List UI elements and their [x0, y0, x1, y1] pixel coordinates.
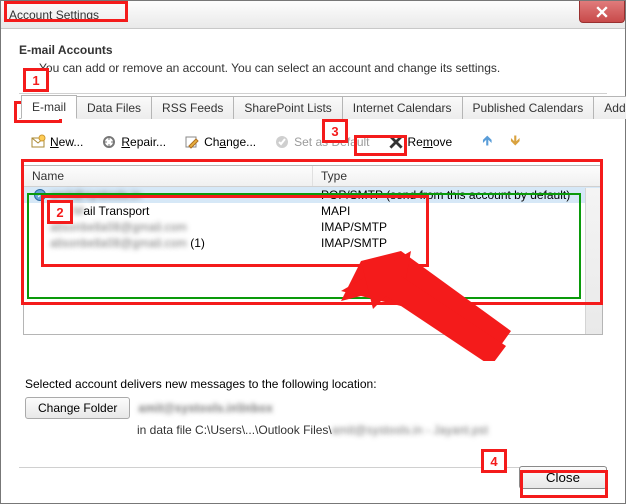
- move-down-button[interactable]: 🡻: [503, 127, 527, 157]
- new-icon: [30, 134, 46, 150]
- table-row[interactable]: Fax Mail Transport MAPI: [24, 203, 602, 219]
- account-type: MAPI: [313, 204, 602, 218]
- default-icon: [274, 134, 290, 150]
- window-close-button[interactable]: [579, 1, 625, 23]
- tab-data-files[interactable]: Data Files: [76, 96, 152, 119]
- col-name[interactable]: Name: [24, 166, 313, 186]
- window-title: Account Settings: [9, 8, 99, 22]
- accounts-table: Name Type amit@systools.in POP/SMTP (sen…: [23, 165, 603, 335]
- repair-button[interactable]: Repair...: [94, 131, 173, 153]
- account-name: amit@systools.in: [50, 188, 141, 202]
- tab-published-calendars[interactable]: Published Calendars: [462, 96, 595, 119]
- table-header: Name Type: [24, 166, 602, 187]
- delivery-location-text: Selected account delivers new messages t…: [25, 377, 601, 391]
- account-type: IMAP/SMTP: [313, 220, 602, 234]
- account-type: IMAP/SMTP: [313, 236, 602, 250]
- table-row[interactable]: alisonbella08@gmail.com (1) IMAP/SMTP: [24, 235, 602, 251]
- tab-internet-calendars[interactable]: Internet Calendars: [342, 96, 463, 119]
- table-row[interactable]: alisonbella08@gmail.com IMAP/SMTP: [24, 219, 602, 235]
- tab-email[interactable]: E-mail: [21, 95, 77, 119]
- title-bar: Account Settings: [1, 1, 625, 29]
- col-type[interactable]: Type: [313, 166, 602, 186]
- account-name: alisonbella08@gmail.com: [50, 220, 187, 234]
- remove-button[interactable]: Remove: [381, 131, 460, 153]
- tab-rss-feeds[interactable]: RSS Feeds: [151, 96, 234, 119]
- change-button[interactable]: Change...: [177, 131, 263, 153]
- remove-icon: [388, 134, 404, 150]
- section-heading: E-mail Accounts: [19, 43, 607, 57]
- account-name: alisonbella08@gmail.com (1): [50, 236, 205, 250]
- default-account-icon: [34, 189, 46, 201]
- toolbar: New... Repair... Change... Set as Defaul…: [19, 119, 607, 165]
- scrollbar[interactable]: [585, 188, 602, 334]
- account-name: Fax Mail Transport: [50, 204, 149, 218]
- set-default-button: Set as Default: [267, 131, 376, 153]
- change-icon: [184, 134, 200, 150]
- section-subtext: You can add or remove an account. You ca…: [39, 61, 607, 75]
- close-icon: [596, 6, 608, 18]
- tab-address-books[interactable]: Address Books: [593, 96, 626, 119]
- new-button[interactable]: New...: [23, 131, 90, 153]
- arrow-down-icon: 🡻: [510, 130, 520, 154]
- table-row[interactable]: amit@systools.in POP/SMTP (send from thi…: [24, 187, 602, 203]
- change-folder-button[interactable]: Change Folder: [25, 397, 130, 419]
- move-up-button[interactable]: 🡹: [475, 127, 499, 157]
- location-main: amit@systools.in\Inbox: [138, 401, 272, 415]
- account-type: POP/SMTP (send from this account by defa…: [313, 188, 602, 202]
- close-button[interactable]: Close: [519, 466, 607, 489]
- tab-sharepoint-lists[interactable]: SharePoint Lists: [233, 96, 342, 119]
- location-sub: in data file C:\Users\...\Outlook Files\…: [137, 423, 601, 437]
- repair-icon: [101, 134, 117, 150]
- arrow-up-icon: 🡹: [482, 130, 492, 154]
- tab-strip: E-mail Data Files RSS Feeds SharePoint L…: [19, 94, 607, 119]
